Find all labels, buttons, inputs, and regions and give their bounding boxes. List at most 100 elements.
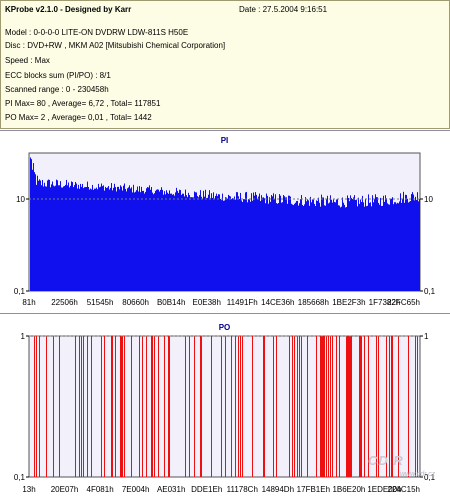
pi-bar [410, 200, 411, 291]
po-bar [347, 336, 348, 477]
pi-bar [143, 190, 144, 291]
pi-bar [279, 194, 280, 291]
x-tick-label: 20E07h [51, 485, 79, 494]
pi-bar [272, 196, 273, 291]
pi-bar [384, 201, 385, 291]
pi-bar [303, 206, 304, 291]
y-tick-label-right: 0,1 [424, 287, 436, 296]
pi-bar [346, 207, 347, 291]
pi-bar [270, 201, 271, 291]
pi-bar [135, 191, 136, 291]
x-tick-label: 224C15h [388, 485, 420, 494]
pi-bar [404, 202, 405, 291]
pi-bar [239, 198, 240, 291]
pi-bar [177, 190, 178, 291]
po-bar [101, 336, 102, 477]
pi-bar [155, 190, 156, 291]
pi-bar [280, 195, 281, 291]
po-bar [339, 336, 340, 477]
pi-bar [173, 194, 174, 291]
pi-bar [88, 186, 89, 291]
po-bar [115, 336, 116, 477]
pi-bar [220, 198, 221, 291]
po-bar [263, 336, 264, 477]
po-bar [164, 336, 165, 477]
pi-bar [89, 189, 90, 291]
po-bar [361, 336, 362, 477]
pi-bar [165, 194, 166, 291]
pi-bar [291, 203, 292, 291]
pi-bar [117, 186, 118, 291]
pi-bar [394, 202, 395, 291]
pi-bar [369, 202, 370, 291]
pi-bar [61, 187, 62, 291]
pi-bar [175, 192, 176, 291]
pi-bar [325, 205, 326, 291]
pi-bar [77, 188, 78, 291]
po-bar [238, 336, 239, 477]
pi-bar [83, 188, 84, 291]
pi-bar [284, 196, 285, 291]
disc-line: Disc : DVD+RW , MKM A02 [Mitsubishi Chem… [5, 41, 226, 50]
pi-bar [189, 195, 190, 291]
po-bar [200, 336, 201, 477]
pi-bar [91, 189, 92, 291]
pi-bar [72, 182, 73, 291]
po-bar [59, 336, 60, 477]
pi-bar [266, 193, 267, 291]
pi-bar [390, 198, 391, 291]
pi-bar [305, 197, 306, 291]
pi-bar [193, 197, 194, 291]
pi-bar [378, 202, 379, 291]
chart-title: PI [221, 136, 229, 145]
pi-bar [250, 201, 251, 291]
pi-bar [317, 200, 318, 291]
pi-bar [297, 200, 298, 291]
pi-bar [131, 187, 132, 291]
pi-bar [37, 175, 38, 291]
pi-bar [402, 198, 403, 291]
pi-bar [351, 198, 352, 291]
po-bar [81, 336, 82, 477]
pi-bar [329, 202, 330, 291]
po-bar [87, 336, 88, 477]
info-panel: KProbe v2.1.0 - Designed by Karr Date : … [0, 0, 450, 129]
pi-bar [119, 189, 120, 291]
pi-bar [172, 194, 173, 291]
pi-bar [372, 195, 373, 291]
pi-bar [229, 195, 230, 291]
pi-bar [138, 191, 139, 291]
pi-bar [393, 204, 394, 291]
pi-bar [253, 192, 254, 291]
pi-bar [137, 186, 138, 291]
pi-bar [371, 206, 372, 291]
y-tick-label-left: 10 [16, 195, 25, 204]
pi-bar [362, 195, 363, 291]
pi-bar [45, 186, 46, 291]
po-bar [185, 336, 186, 477]
pi-bar [105, 186, 106, 291]
pi-bar [367, 205, 368, 291]
pi-bar [277, 203, 278, 291]
pi-bar [335, 202, 336, 291]
pi-bar [118, 186, 119, 291]
pi-bar [360, 199, 361, 291]
pi-bar [86, 186, 87, 291]
po-bar [297, 336, 298, 477]
pi-bar [388, 204, 389, 291]
pi-bar [200, 190, 201, 291]
pi-bar [145, 191, 146, 291]
po-bar [307, 336, 308, 477]
po-bar [351, 336, 352, 477]
pi-bar [398, 203, 399, 291]
pi-bar [219, 194, 220, 291]
pi-bar [142, 190, 143, 291]
pi-bar [363, 202, 364, 291]
x-tick-label: 4F081h [87, 485, 114, 494]
po-bar [124, 336, 125, 477]
pi-bar [75, 181, 76, 291]
pi-bar [108, 186, 109, 291]
x-tick-label: 7E004h [122, 485, 150, 494]
pi-bar [258, 196, 259, 291]
x-tick-label: B0B14h [157, 298, 185, 307]
